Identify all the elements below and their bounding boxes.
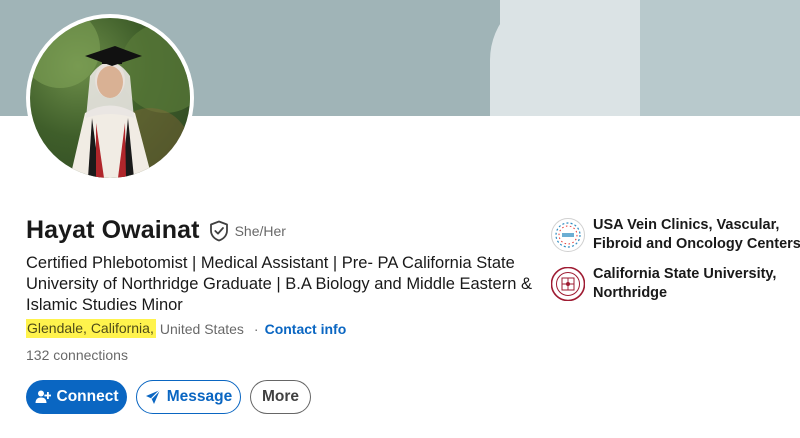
- profile-name: Hayat Owainat: [26, 216, 200, 244]
- connections-count: 132 connections: [26, 347, 128, 363]
- message-button[interactable]: Message: [136, 380, 241, 414]
- cover-shape: [490, 0, 580, 116]
- csun-seal-logo: [551, 267, 585, 301]
- separator-dot: ·: [253, 320, 259, 337]
- pronouns: She/Her: [234, 222, 286, 239]
- org-current-employer[interactable]: USA Vein Clinics, Vascular, Fibroid and …: [551, 216, 800, 254]
- org-name: USA Vein Clinics, Vascular, Fibroid and …: [593, 217, 800, 252]
- profile-card: Hayat Owainat She/Her Certified Phleboto…: [0, 0, 800, 438]
- connect-label: Connect: [56, 388, 119, 405]
- org-name: California State University, Northridge: [593, 266, 777, 301]
- message-label: Message: [166, 388, 233, 405]
- profile-headline: Certified Phlebotomist | Medical Assista…: [26, 254, 532, 314]
- action-buttons: Connect Message More: [26, 380, 311, 414]
- name-row: Hayat Owainat She/Her: [26, 216, 286, 245]
- contact-info-link[interactable]: Contact info: [265, 321, 347, 337]
- profile-photo[interactable]: [26, 14, 194, 182]
- more-button[interactable]: More: [250, 380, 311, 414]
- location-country: United States: [159, 320, 244, 337]
- verified-shield-icon[interactable]: [209, 220, 229, 242]
- location-highlighted: Glendale, California,: [26, 319, 156, 338]
- org-education[interactable]: California State University, Northridge: [551, 265, 800, 303]
- send-icon: [145, 389, 161, 405]
- connect-button[interactable]: Connect: [26, 380, 127, 414]
- avatar: [30, 18, 190, 178]
- location-row: Glendale, California, United States · Co…: [26, 319, 346, 338]
- usa-vein-clinics-logo: [551, 218, 585, 252]
- add-person-icon: [35, 389, 51, 405]
